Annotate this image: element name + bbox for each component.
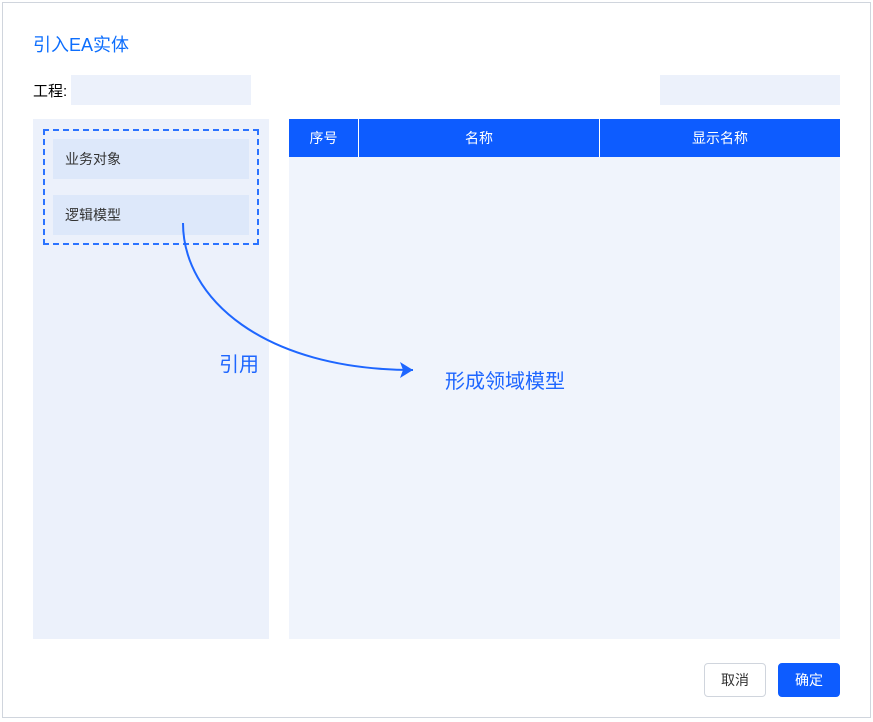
project-input[interactable] (71, 75, 251, 105)
column-header-display-name: 显示名称 (600, 119, 840, 157)
column-header-name: 名称 (359, 119, 600, 157)
project-label: 工程: (33, 80, 67, 101)
cancel-button[interactable]: 取消 (704, 663, 766, 697)
search-input-wrap[interactable] (660, 75, 840, 105)
confirm-button[interactable]: 确定 (778, 663, 840, 697)
sidebar-item-label: 逻辑模型 (65, 207, 121, 223)
content-row: 业务对象 逻辑模型 序号 名称 显示名称 (33, 119, 840, 639)
sidebar-item-label: 业务对象 (65, 151, 121, 167)
sidebar-item-business-object[interactable]: 业务对象 (53, 139, 249, 179)
sidebar-item-logical-model[interactable]: 逻辑模型 (53, 195, 249, 235)
toolbar-row: 工程: (33, 75, 840, 105)
table-body (289, 157, 840, 639)
table-area: 序号 名称 显示名称 (289, 119, 840, 639)
table-header: 序号 名称 显示名称 (289, 119, 840, 157)
project-group: 工程: (33, 75, 251, 105)
dialog-title: 引入EA实体 (33, 31, 840, 57)
search-input[interactable] (678, 82, 859, 98)
dialog-footer: 取消 确定 (704, 663, 840, 697)
import-ea-entity-dialog: 引入EA实体 工程: 业务对象 逻辑模型 (2, 2, 871, 718)
sidebar-selection-box: 业务对象 逻辑模型 (43, 129, 259, 245)
sidebar: 业务对象 逻辑模型 (33, 119, 269, 639)
column-header-seq: 序号 (289, 119, 359, 157)
